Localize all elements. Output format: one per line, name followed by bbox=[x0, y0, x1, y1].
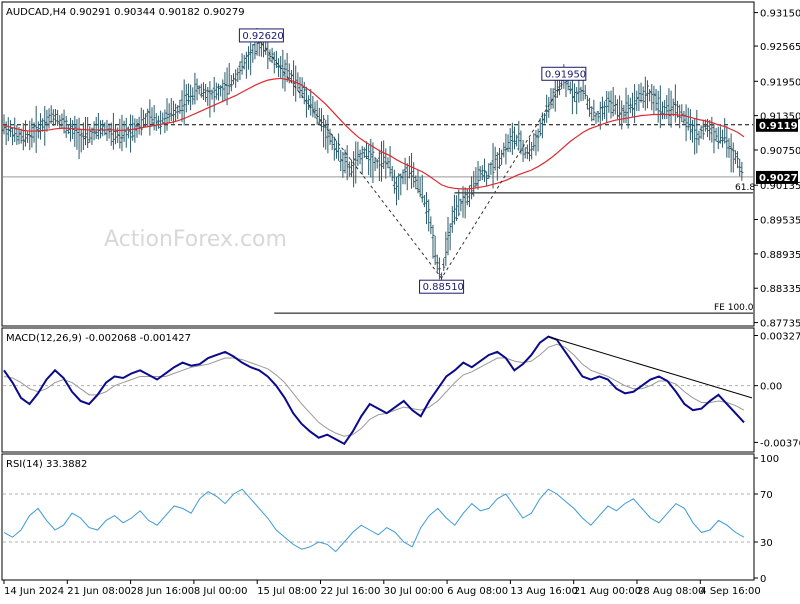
rsi-header-text: RSI(14) 33.3882 bbox=[6, 459, 87, 470]
resistance-price-label: 0.91190 bbox=[759, 121, 800, 132]
price-header-text: AUDCAD,H4 0.90291 0.90344 0.90182 0.9027… bbox=[6, 7, 245, 18]
fib-61-8-label: 61.8 bbox=[735, 183, 755, 193]
current-price-tag: 0.90279 bbox=[756, 170, 800, 184]
chart-window: ActionForex.com AUDCAD,H4 0.90291 0.9034… bbox=[0, 0, 800, 600]
time-tick-label: 13 Aug 16:00 bbox=[510, 586, 577, 597]
price-y-tick-label: 0.92565 bbox=[760, 42, 800, 53]
time-tick-label: 28 Jun 16:00 bbox=[131, 586, 195, 597]
time-tick-label: 21 Jun 08:00 bbox=[67, 586, 131, 597]
macd-y-tick-label: 0.003272 bbox=[760, 331, 800, 342]
time-tick-label: 21 Aug 00:00 bbox=[574, 586, 641, 597]
time-tick-label: 22 Jul 16:00 bbox=[321, 586, 381, 597]
time-tick-label: 14 Jun 2024 bbox=[4, 586, 64, 597]
rsi-y-tick-label: 70 bbox=[760, 490, 773, 501]
time-tick-label: 6 Aug 08:00 bbox=[447, 586, 508, 597]
price-annotation-label: 0.92620 bbox=[242, 31, 283, 42]
time-tick-label: 4 Sep 16:00 bbox=[700, 586, 760, 597]
rsi-y-tick-label: 30 bbox=[760, 538, 773, 549]
macd-header-text: MACD(12,26,9) -0.002068 -0.001427 bbox=[6, 333, 191, 344]
price-y-tick-label: 0.93150 bbox=[760, 9, 800, 20]
chart-canvas: ActionForex.com AUDCAD,H4 0.90291 0.9034… bbox=[0, 0, 800, 600]
time-tick-label: 30 Jul 00:00 bbox=[384, 586, 444, 597]
price-y-tick-label: 0.91950 bbox=[760, 77, 800, 88]
price-y-tick-label: 0.89535 bbox=[760, 216, 800, 227]
price-y-tick-label: 0.90750 bbox=[760, 146, 800, 157]
rsi-y-tick-label: 0 bbox=[760, 574, 766, 585]
resistance-price-tag: 0.91190 bbox=[756, 118, 800, 132]
price-annotation-label: 0.88510 bbox=[423, 282, 464, 293]
price-y-tick-label: 0.88335 bbox=[760, 284, 800, 295]
watermark: ActionForex.com bbox=[104, 227, 287, 252]
price-panel-header: AUDCAD,H4 0.90291 0.90344 0.90182 0.9027… bbox=[6, 7, 245, 18]
rsi-y-tick-label: 100 bbox=[760, 454, 779, 465]
time-tick-label: 28 Aug 08:00 bbox=[637, 586, 704, 597]
macd-y-tick-label: 0.00 bbox=[760, 382, 782, 393]
price-annotation-label: 0.91950 bbox=[545, 69, 586, 80]
time-tick-label: 8 Jul 00:00 bbox=[194, 586, 248, 597]
price-y-tick-label: 0.88935 bbox=[760, 250, 800, 261]
macd-y-tick-label: -0.003703 bbox=[760, 438, 800, 449]
fe-100-label: FE 100.0 bbox=[714, 303, 754, 313]
time-tick-label: 15 Jul 08:00 bbox=[257, 586, 317, 597]
current-price-label: 0.90279 bbox=[759, 173, 800, 184]
price-y-tick-label: 0.87735 bbox=[760, 319, 800, 330]
